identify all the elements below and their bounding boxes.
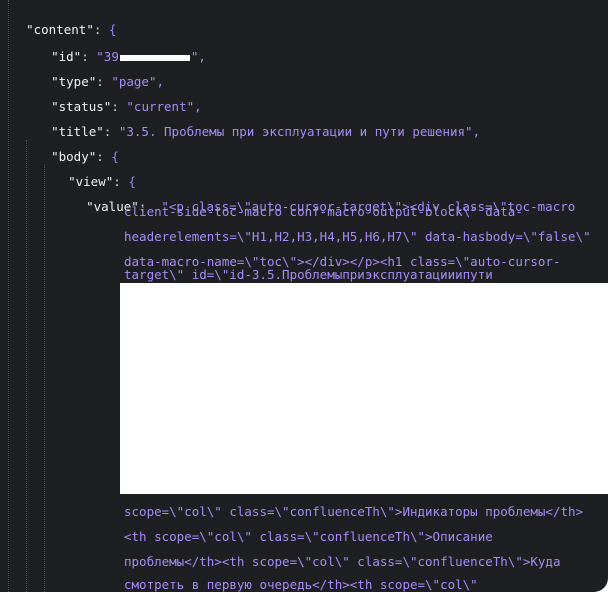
json-value-line: client-side-toc-macro conf-macro output-…	[124, 204, 523, 219]
json-viewer-panel: "content": { "id": "39 ", "type": "page",…	[0, 0, 608, 592]
json-line-title: "title": "3.5. Проблемы при эксплуатации…	[51, 124, 481, 139]
json-value-line: проблемы</th><th scope=\"col\" class=\"c…	[124, 554, 561, 569]
indent-guide	[44, 165, 45, 592]
json-value-line: headerelements=\"H1,H2,H3,H4,H5,H6,H7\" …	[124, 229, 591, 244]
json-value-line: target\" id=\"id-3.5.Проблемыприэксплуат…	[124, 267, 493, 282]
json-line-body: "body": {	[51, 149, 119, 164]
json-value-line: scope=\"col\" class=\"confluenceTh\">Инд…	[124, 504, 584, 519]
json-line-type: "type": "page",	[51, 74, 165, 89]
json-value-line: <th scope=\"col\" class=\"confluenceTh\"…	[124, 529, 493, 544]
json-value-title: "3.5. Проблемы при эксплуатации и пути р…	[118, 124, 481, 139]
json-value-line: смотреть в первую очередь</th><th scope=…	[124, 577, 478, 592]
json-line-id: "id": "39 ",	[51, 49, 206, 64]
redacted-content-block	[120, 283, 608, 494]
json-line-content: "content": {	[26, 22, 117, 37]
indent-guide	[26, 140, 27, 592]
indent-guide	[8, 0, 9, 592]
json-line-status: "status": "current",	[51, 99, 202, 114]
json-line-value: "value": "<p class=\"auto-cursor-target\…	[86, 199, 576, 214]
json-line-view: "view": {	[68, 174, 136, 189]
